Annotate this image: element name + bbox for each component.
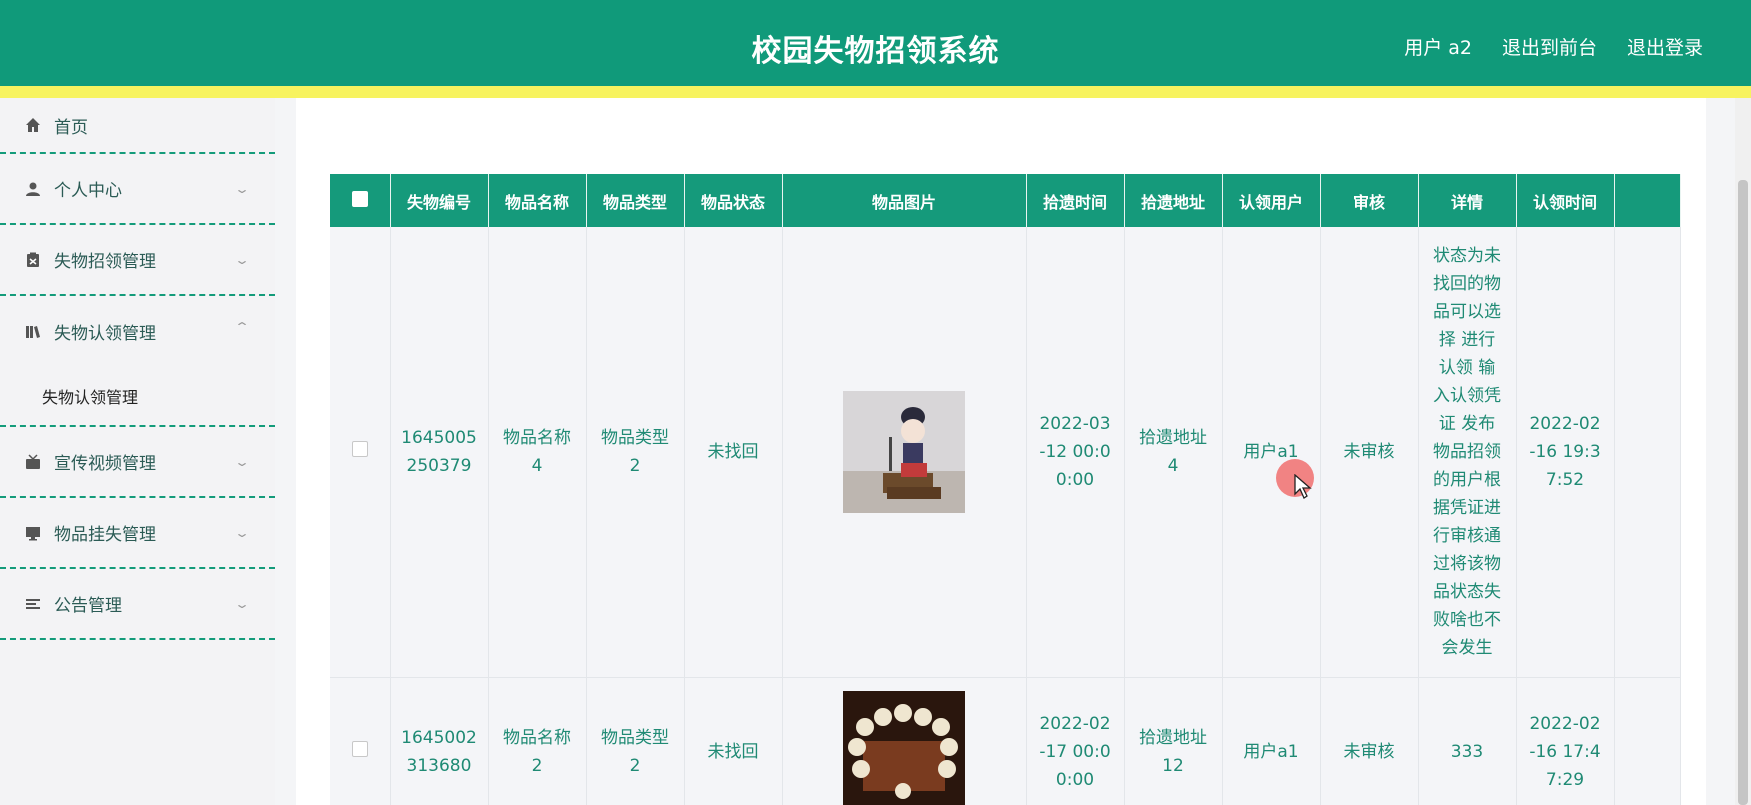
found-time: 2022-02-17 00:00:00 <box>1039 714 1111 790</box>
top-bar: 校园失物招领系统 用户 a2 退出到前台 退出登录 <box>0 0 1751 86</box>
column-header: 认领用户 <box>1222 174 1321 227</box>
item-type: 物品类型2 <box>601 728 669 776</box>
column-header: 物品图片 <box>782 174 1027 227</box>
row-checkbox-cell[interactable] <box>330 227 391 678</box>
sidebar: 首页 个人中心 ⌄ 失物招领管理 ⌄ 失物认领管理 ⌃ 失物认领管理 宣传视频管… <box>0 98 275 805</box>
claim-table: 失物编号 物品名称 物品类型 物品状态 物品图片 拾遗时间 拾遗地址 认领用户 … <box>330 174 1681 805</box>
column-header: 物品类型 <box>586 174 685 227</box>
current-user-link[interactable]: 用户 a2 <box>1404 33 1472 60</box>
sidebar-item-label: 失物招领管理 <box>54 252 156 272</box>
column-header: 拾遗时间 <box>1026 174 1125 227</box>
claim-time: 2022-02-16 17:47:29 <box>1529 714 1601 790</box>
column-header: 详情 <box>1418 174 1517 227</box>
item-detail: 状态为未找回的物品可以选择 进行认领 输入认领凭证 发布物品招领的用户根据凭证进… <box>1433 245 1501 658</box>
sidebar-item-home[interactable]: 首页 <box>0 98 275 154</box>
review-status: 未审核 <box>1343 441 1395 462</box>
item-image-bead-bracelet[interactable] <box>843 691 965 805</box>
video-icon <box>24 453 42 471</box>
sidebar-item-label: 失物认领管理 <box>54 324 156 344</box>
row-checkbox-cell[interactable] <box>330 677 391 805</box>
sidebar-item-claim[interactable]: 失物认领管理 ⌃ <box>0 296 275 367</box>
item-type: 物品类型2 <box>601 427 669 476</box>
sidebar-item-report-loss[interactable]: 物品挂失管理 ⌄ <box>0 498 275 569</box>
chevron-down-icon: ⌄ <box>233 526 251 540</box>
item-id: 1645005250379 <box>401 427 477 476</box>
select-all-cell[interactable] <box>330 174 391 227</box>
row-actions-cell <box>1614 227 1681 678</box>
column-header: 认领时间 <box>1516 174 1615 227</box>
claim-time: 2022-02-16 19:37:52 <box>1529 413 1601 490</box>
sidebar-item-label: 宣传视频管理 <box>54 454 156 474</box>
book-icon <box>24 323 42 341</box>
sidebar-item-label: 公告管理 <box>54 596 122 616</box>
item-image-figurine[interactable] <box>843 390 965 513</box>
chevron-down-icon: ⌄ <box>233 182 251 196</box>
table-header-row: 失物编号 物品名称 物品类型 物品状态 物品图片 拾遗时间 拾遗地址 认领用户 … <box>330 174 1681 227</box>
found-address: 拾遗地址4 <box>1139 427 1207 476</box>
claim-user: 用户a1 <box>1243 742 1299 762</box>
column-header: 物品状态 <box>684 174 783 227</box>
item-status: 未找回 <box>707 441 759 462</box>
item-id: 1645002313680 <box>401 728 477 776</box>
sidebar-subitem-claim-manage[interactable]: 失物认领管理 <box>0 367 275 427</box>
logout-link[interactable]: 退出登录 <box>1627 33 1703 60</box>
monitor-icon <box>24 524 42 542</box>
scrollbar-thumb[interactable] <box>1738 180 1748 805</box>
chevron-down-icon: ⌄ <box>233 253 251 267</box>
review-status: 未审核 <box>1343 742 1395 762</box>
column-header: 拾遗地址 <box>1124 174 1223 227</box>
item-name: 物品名称4 <box>503 427 571 476</box>
row-checkbox[interactable] <box>351 440 368 457</box>
found-time: 2022-03-12 00:00:00 <box>1039 413 1111 490</box>
top-links: 用户 a2 退出到前台 退出登录 <box>1404 33 1703 60</box>
list-icon <box>24 595 42 613</box>
column-header: 物品名称 <box>488 174 587 227</box>
mouse-cursor-icon <box>1294 474 1312 499</box>
header-accent-stripe <box>0 86 1751 98</box>
column-header: 失物编号 <box>390 174 489 227</box>
sidebar-item-label: 个人中心 <box>54 181 122 201</box>
found-address: 拾遗地址12 <box>1139 728 1207 776</box>
chevron-down-icon: ⌄ <box>233 597 251 611</box>
item-status: 未找回 <box>707 742 759 762</box>
item-detail: 333 <box>1450 742 1484 762</box>
sidebar-item-personal-center[interactable]: 个人中心 ⌄ <box>0 154 275 225</box>
row-actions-cell <box>1614 677 1681 805</box>
clipboard-icon <box>24 251 42 269</box>
column-header: 审核 <box>1320 174 1419 227</box>
sidebar-item-label: 物品挂失管理 <box>54 525 156 545</box>
row-checkbox[interactable] <box>351 741 368 757</box>
item-name: 物品名称2 <box>503 728 571 776</box>
select-all-checkbox[interactable] <box>351 190 368 207</box>
column-header-actions <box>1614 174 1681 227</box>
table-row: 1645005250379 物品名称4 物品类型2 未找回 2022-03-12… <box>330 227 1681 678</box>
chevron-down-icon: ⌄ <box>233 455 251 469</box>
home-icon <box>24 116 42 134</box>
sidebar-item-video[interactable]: 宣传视频管理 ⌄ <box>0 427 275 498</box>
table-row: 1645002313680 物品名称2 物品类型2 未找回 2022-02-17… <box>330 677 1681 805</box>
back-to-front-link[interactable]: 退出到前台 <box>1502 33 1597 60</box>
sidebar-item-label: 首页 <box>54 117 88 138</box>
sidebar-item-notice[interactable]: 公告管理 ⌄ <box>0 569 275 640</box>
sidebar-item-lost-found[interactable]: 失物招领管理 ⌄ <box>0 225 275 296</box>
chevron-up-icon: ⌃ <box>233 320 251 334</box>
user-icon <box>24 180 42 198</box>
